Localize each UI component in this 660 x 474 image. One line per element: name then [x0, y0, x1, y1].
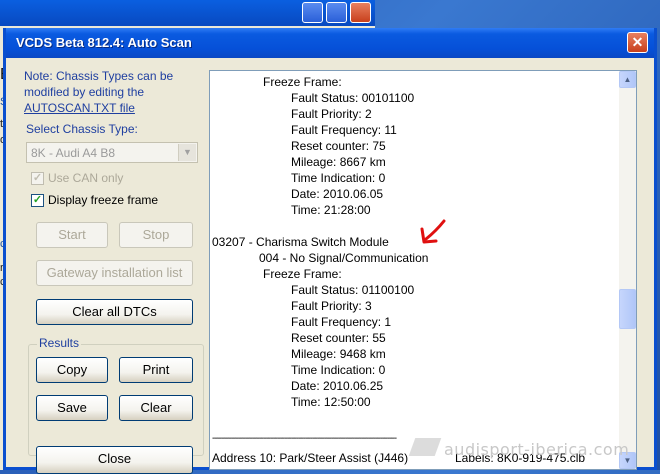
- gateway-installation-list-button[interactable]: Gateway installation list: [36, 260, 193, 286]
- results-group-title: Results: [37, 336, 82, 350]
- report-line: Mileage: 8667 km: [291, 155, 386, 169]
- annotation-arrow-icon: [420, 219, 446, 244]
- fault-description-line: 004 - No Signal/Communication: [259, 251, 429, 265]
- report-line: Freeze Frame:: [263, 75, 342, 89]
- save-button[interactable]: Save: [36, 395, 108, 421]
- address-line: Address 10: Park/Steer Assist (J446): [212, 451, 409, 465]
- report-line: Time: 21:28:00: [291, 203, 371, 217]
- close-icon[interactable]: [350, 2, 371, 23]
- use-can-label: Use CAN only: [48, 171, 124, 185]
- start-button[interactable]: Start: [36, 222, 108, 248]
- maximize-icon[interactable]: [326, 2, 347, 23]
- report-line: Reset counter: 75: [291, 139, 386, 153]
- report-line: Fault Priority: 2: [291, 107, 372, 121]
- watermark: audisport-iberica.com: [444, 440, 630, 459]
- report-line: Time Indication: 0: [291, 363, 386, 377]
- chassis-type-label: Select Chassis Type:: [26, 122, 138, 136]
- report-line: Fault Status: 00101100: [291, 91, 415, 105]
- minimize-icon[interactable]: [302, 2, 323, 23]
- use-can-checkbox[interactable]: ✓: [31, 172, 44, 185]
- auto-scan-dialog: VCDS Beta 812.4: Auto Scan ✕ Note: Chass…: [3, 28, 657, 474]
- scan-results-textarea[interactable]: Freeze Frame: Fault Status: 00101100 Fau…: [209, 70, 637, 470]
- scroll-up-icon[interactable]: ▲: [619, 71, 636, 88]
- chevron-down-icon: ▼: [178, 144, 196, 161]
- chassis-type-value: 8K - Audi A4 B8: [31, 146, 116, 160]
- clear-all-dtcs-button[interactable]: Clear all DTCs: [36, 299, 193, 325]
- title-bar[interactable]: VCDS Beta 812.4: Auto Scan ✕: [6, 28, 654, 58]
- vertical-scrollbar[interactable]: ▲ ▼: [619, 71, 636, 469]
- report-line: Fault Frequency: 1: [291, 315, 392, 329]
- background-window-titlebar: [0, 0, 375, 26]
- autoscan-file-link[interactable]: AUTOSCAN.TXT file: [24, 101, 135, 115]
- report-line: Freeze Frame:: [263, 267, 342, 281]
- stop-button[interactable]: Stop: [119, 222, 193, 248]
- close-icon[interactable]: ✕: [627, 32, 648, 53]
- print-button[interactable]: Print: [119, 357, 193, 383]
- report-line: Fault Frequency: 11: [291, 123, 397, 137]
- clear-button[interactable]: Clear: [119, 395, 193, 421]
- report-line: Fault Priority: 3: [291, 299, 372, 313]
- report-line: Time Indication: 0: [291, 171, 386, 185]
- report-line: Date: 2010.06.25: [291, 379, 384, 393]
- note-text: Note: Chassis Types can be modified by e…: [24, 69, 174, 99]
- fault-code-line: 03207 - Charisma Switch Module: [212, 235, 389, 249]
- report-line: Date: 2010.06.05: [291, 187, 384, 201]
- copy-button[interactable]: Copy: [36, 357, 108, 383]
- report-line: Mileage: 9468 km: [291, 347, 386, 361]
- separator-line: ----------------------------------------…: [212, 433, 397, 444]
- display-freeze-frame-label: Display freeze frame: [48, 193, 159, 207]
- report-line: Time: 12:50:00: [291, 395, 371, 409]
- window-title: VCDS Beta 812.4: Auto Scan: [16, 35, 192, 50]
- report-line: Fault Status: 01100100: [291, 283, 415, 297]
- display-freeze-frame-checkbox[interactable]: ✓: [31, 194, 44, 207]
- report-line: Reset counter: 55: [291, 331, 386, 345]
- chassis-type-select[interactable]: 8K - Audi A4 B8 ▼: [26, 142, 198, 163]
- scrollbar-thumb[interactable]: [619, 289, 636, 329]
- chassis-note: Note: Chassis Types can be modified by e…: [24, 68, 204, 116]
